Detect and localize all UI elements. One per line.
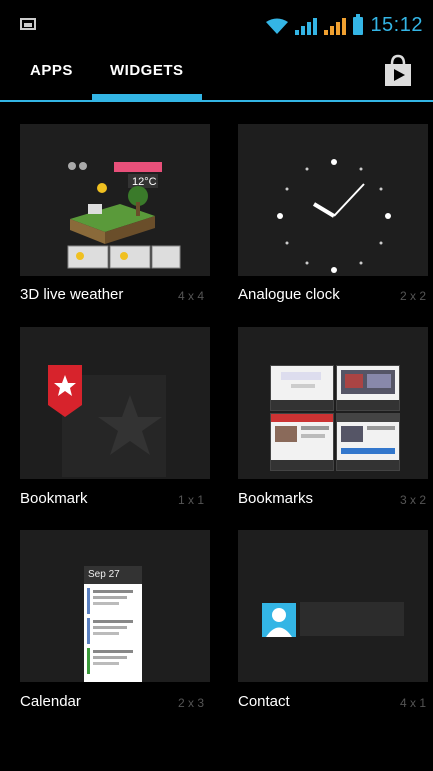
bookmark-thumbnail	[270, 365, 334, 411]
weather-temp: 12°C	[132, 176, 157, 188]
contact-widget-preview	[262, 602, 404, 637]
widget-size: 3 x 2	[400, 493, 427, 507]
widget-name: Analogue clock	[238, 286, 340, 303]
status-icons: 15:12	[266, 13, 423, 37]
widget-preview-contact[interactable]	[238, 530, 428, 682]
weather-widget-preview: 12°C	[67, 162, 181, 269]
widget-name: Calendar	[20, 693, 81, 710]
tab-widgets[interactable]: WIDGETS	[110, 62, 184, 79]
widget-name: Bookmark	[20, 490, 88, 507]
tab-apps[interactable]: APPS	[30, 62, 73, 79]
status-time: 15:12	[370, 14, 423, 36]
bookmark-thumbnail	[336, 365, 400, 411]
signal-icon-2	[324, 17, 347, 35]
widget-name: 3D live weather	[20, 286, 124, 303]
bookmark-thumbnail	[270, 413, 334, 471]
analogue-clock-icon	[277, 159, 391, 273]
widget-size: 4 x 4	[178, 289, 205, 303]
widget-preview-3d-live-weather[interactable]: 12°C	[20, 124, 210, 276]
widget-size: 2 x 3	[178, 696, 205, 710]
widget-name: Bookmarks	[238, 490, 314, 507]
widget-name: Contact	[238, 693, 290, 710]
play-store-bag-icon[interactable]	[381, 54, 415, 88]
battery-icon	[353, 13, 364, 35]
widget-preview-calendar[interactable]: Sep 27	[20, 530, 210, 682]
widget-size: 1 x 1	[178, 493, 205, 507]
bookmark-icon	[48, 365, 166, 477]
tab-selected-indicator	[92, 94, 202, 100]
calendar-preview: Sep 27	[84, 566, 142, 682]
calendar-date: Sep 27	[84, 566, 142, 584]
signal-icon-1	[295, 17, 318, 35]
notification-image-icon	[20, 18, 36, 30]
widget-size: 4 x 1	[400, 696, 427, 710]
widget-preview-bookmark[interactable]	[20, 327, 210, 479]
widget-preview-analogue-clock[interactable]	[238, 124, 428, 276]
widget-size: 2 x 2	[400, 289, 427, 303]
tab-bar: APPS WIDGETS	[0, 40, 433, 102]
widget-preview-bookmarks[interactable]	[238, 327, 428, 479]
bookmark-thumbnail	[336, 413, 400, 471]
status-bar: 15:12	[0, 0, 433, 40]
wifi-icon	[266, 18, 289, 34]
